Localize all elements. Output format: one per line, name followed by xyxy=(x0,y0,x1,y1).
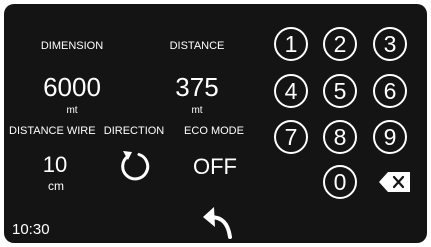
clock: 10:30 xyxy=(12,221,50,238)
keypad-key-8[interactable]: 8 xyxy=(323,120,357,154)
distance-wire-value[interactable]: 10 xyxy=(43,154,67,176)
distance-unit: mt xyxy=(191,105,203,116)
dimension-unit: mt xyxy=(66,105,78,116)
keypad-key-1[interactable]: 1 xyxy=(274,27,308,61)
keypad-key-3[interactable]: 3 xyxy=(373,27,407,61)
dimension-label: DIMENSION xyxy=(40,40,104,52)
distance-wire-unit: cm xyxy=(48,179,64,193)
keypad-key-4[interactable]: 4 xyxy=(274,74,308,108)
keypad-key-7[interactable]: 7 xyxy=(274,120,308,154)
eco-mode-value[interactable]: OFF xyxy=(193,156,237,178)
distance-value[interactable]: 375 xyxy=(175,74,218,100)
keypad-key-9[interactable]: 9 xyxy=(373,120,407,154)
distance-label: DISTANCE xyxy=(169,40,225,52)
backspace-icon[interactable] xyxy=(378,169,412,195)
keypad-key-5[interactable]: 5 xyxy=(323,74,357,108)
keypad-key-6[interactable]: 6 xyxy=(373,74,407,108)
eco-mode-label: ECO MODE xyxy=(184,125,244,137)
back-arrow-icon[interactable] xyxy=(200,201,240,239)
direction-label: DIRECTION xyxy=(103,125,165,137)
keypad-key-2[interactable]: 2 xyxy=(323,27,357,61)
device-screen: DIMENSION 6000 mt DISTANCE 375 mt DISTAN… xyxy=(4,4,427,243)
keypad-key-0[interactable]: 0 xyxy=(323,165,357,199)
distance-wire-label: DISTANCE WIRE xyxy=(9,125,96,137)
rotate-clockwise-icon[interactable] xyxy=(117,148,153,184)
dimension-value[interactable]: 6000 xyxy=(43,74,101,100)
